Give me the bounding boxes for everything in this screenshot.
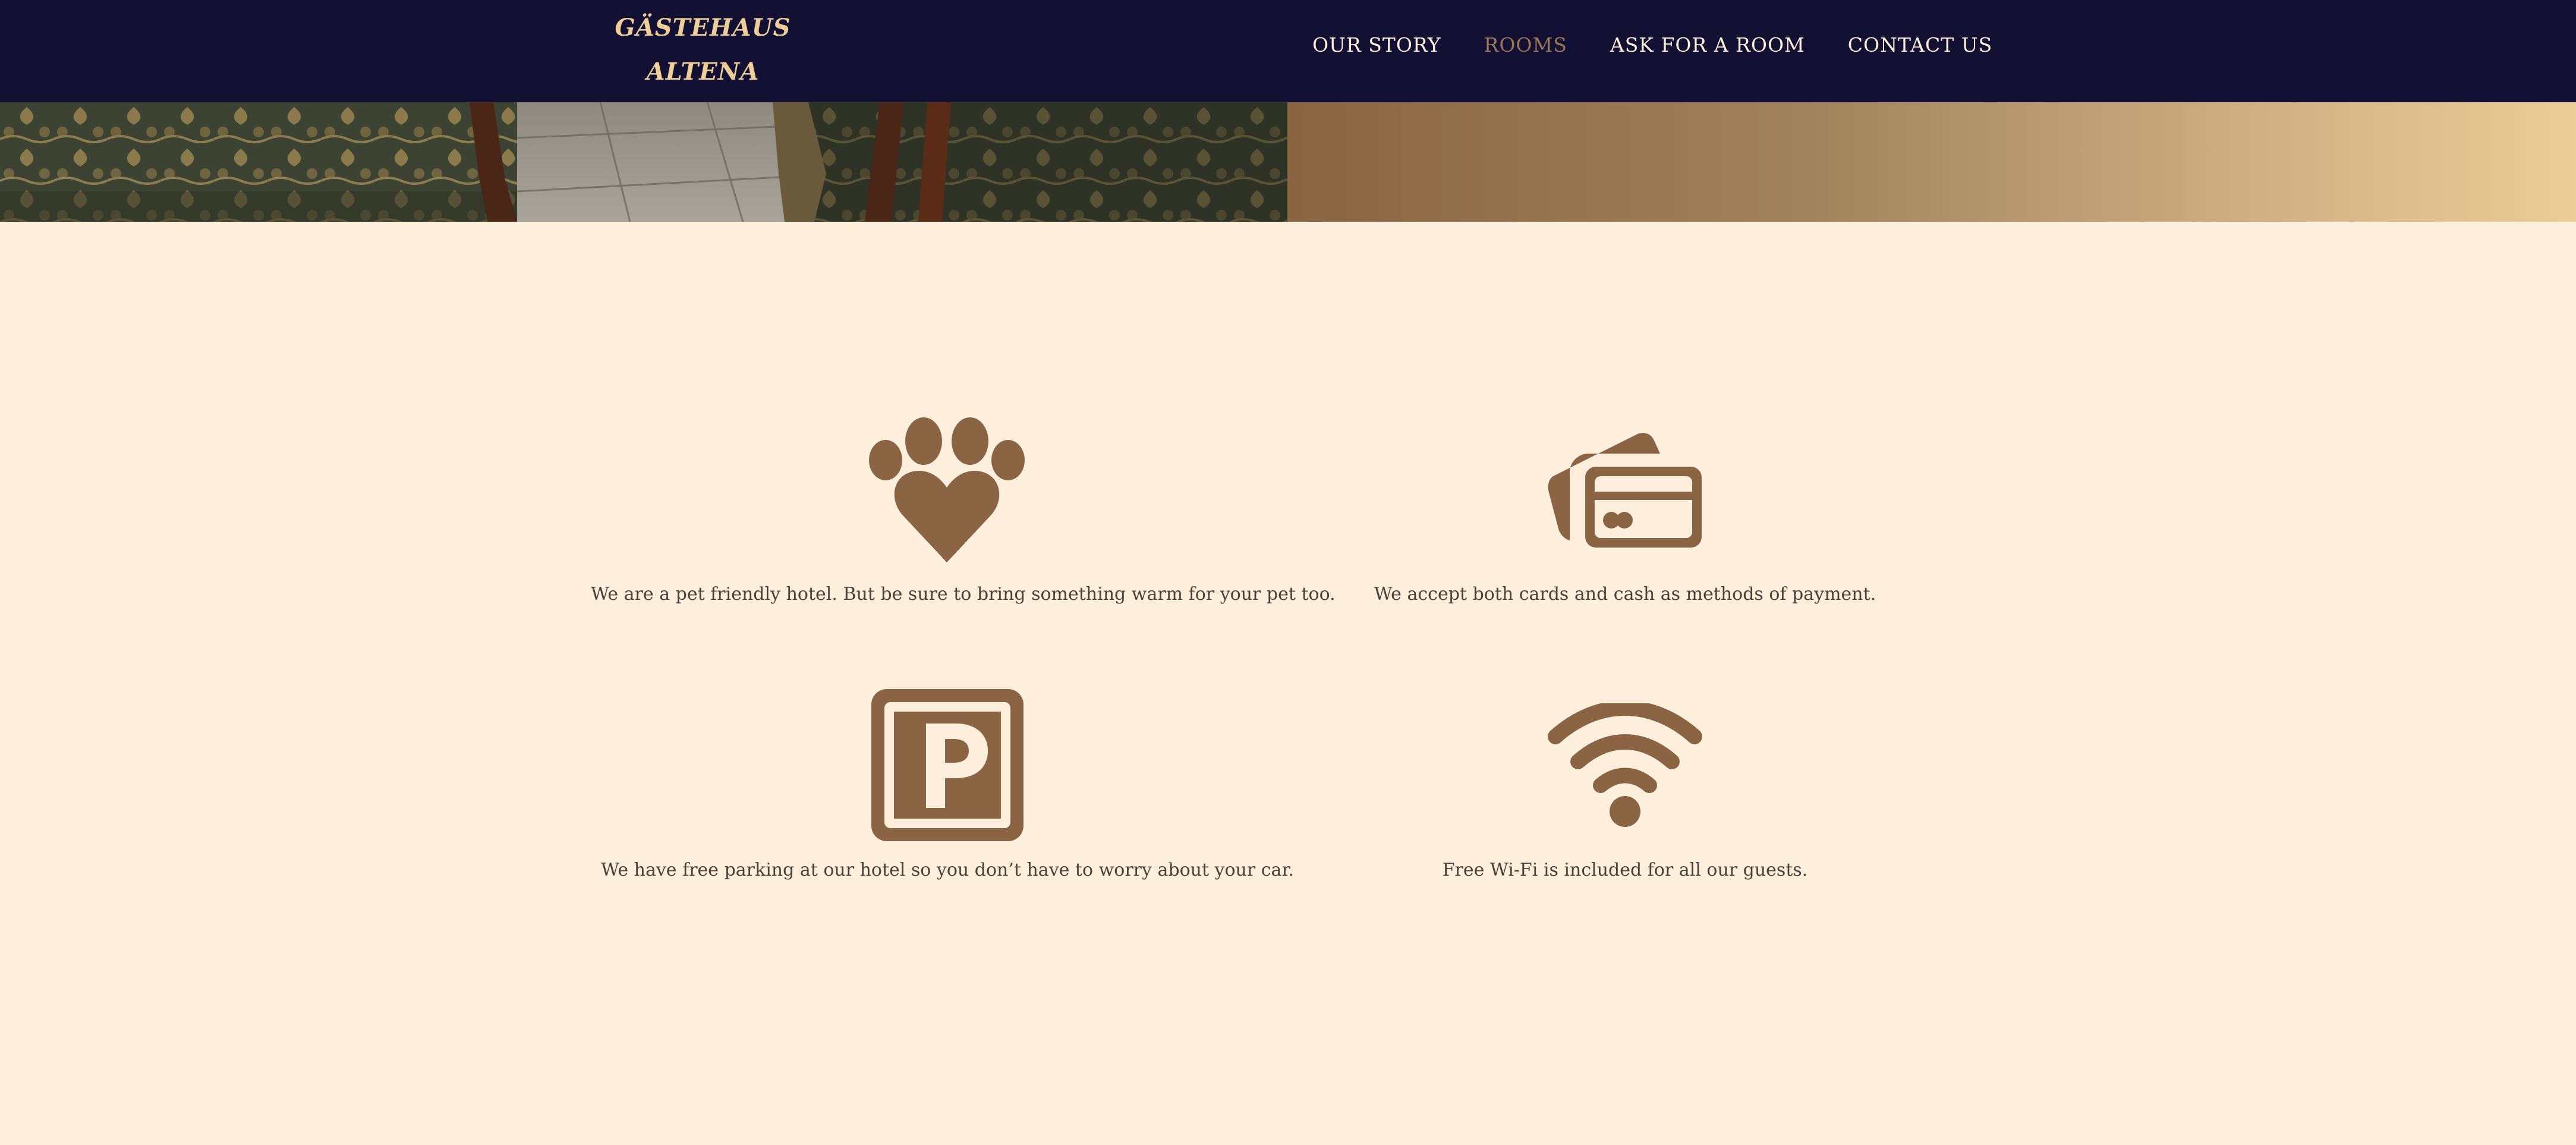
credit-card-icon (1547, 430, 1703, 551)
amenity-text: We have free parking at our hotel so you… (600, 860, 1295, 880)
amenity-pet-friendly: We are a pet friendly hotel. But be sure… (591, 410, 1336, 605)
amenity-text: Free Wi-Fi is included for all our guest… (1442, 860, 1808, 880)
logo-line-2: ALTENA (646, 58, 760, 86)
page: GÄSTEHAUS ALTENA OUR STORY ROOMS ASK FOR… (0, 0, 2576, 1145)
amenity-text: We accept both cards and cash as methods… (1374, 584, 1876, 605)
amenity-payment: We accept both cards and cash as methods… (1268, 410, 1982, 605)
nav-contact-us[interactable]: CONTACT US (1848, 33, 1992, 56)
hero-photo (0, 102, 1287, 222)
paw-heart-icon (869, 416, 1026, 565)
amenity-wifi: Free Wi-Fi is included for all our guest… (1268, 686, 1982, 880)
wifi-icon (1547, 700, 1703, 829)
site-logo[interactable]: GÄSTEHAUS ALTENA (594, 6, 811, 94)
nav-our-story[interactable]: OUR STORY (1312, 33, 1441, 56)
nav-rooms[interactable]: ROOMS (1484, 33, 1567, 56)
logo-line-1: GÄSTEHAUS (615, 14, 791, 42)
nav-ask-for-a-room[interactable]: ASK FOR A ROOM (1610, 33, 1805, 56)
amenity-parking: We have free parking at our hotel so you… (591, 686, 1304, 880)
hero-gradient-panel (1287, 102, 2576, 222)
site-header: GÄSTEHAUS ALTENA OUR STORY ROOMS ASK FOR… (0, 0, 2576, 102)
parking-icon (871, 689, 1024, 844)
main-nav: OUR STORY ROOMS ASK FOR A ROOM CONTACT U… (1312, 30, 1992, 59)
amenity-text: We are a pet friendly hotel. But be sure… (591, 584, 1336, 605)
